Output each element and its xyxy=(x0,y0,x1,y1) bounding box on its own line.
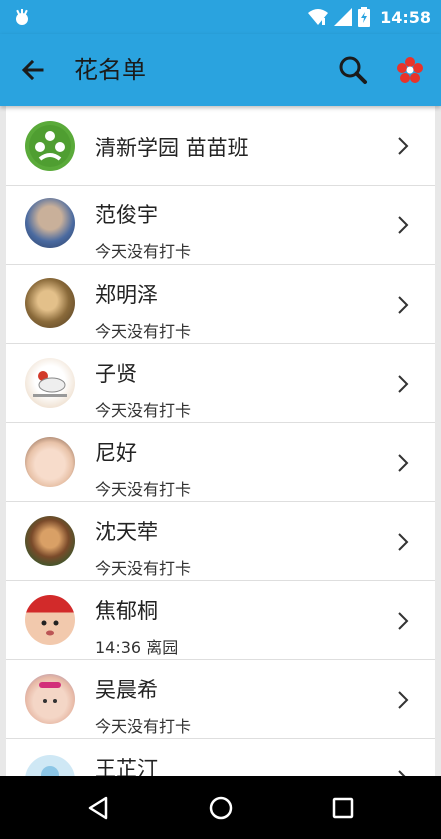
status-bar: 14:58 xyxy=(0,0,441,34)
student-status: 今天没有打卡 xyxy=(95,559,192,578)
student-status: 今天没有打卡 xyxy=(95,242,192,261)
student-name: 焦郁桐 xyxy=(95,599,158,623)
chevron-right-icon xyxy=(398,533,409,551)
student-status: 14:36 离园 xyxy=(95,638,179,657)
student-name: 郑明泽 xyxy=(95,283,158,307)
wifi-icon xyxy=(308,9,329,25)
list-item-student[interactable]: 沈天荦 今天没有打卡 xyxy=(6,502,435,581)
search-icon[interactable] xyxy=(337,54,369,86)
signal-icon xyxy=(334,8,353,26)
chevron-right-icon xyxy=(398,137,409,155)
chevron-right-icon xyxy=(398,454,409,472)
page-title: 花名单 xyxy=(74,56,146,84)
chevron-right-icon xyxy=(398,770,406,776)
chevron-right-icon xyxy=(398,612,409,630)
list-item-student[interactable]: 范俊宇 今天没有打卡 xyxy=(6,186,435,265)
battery-icon xyxy=(358,7,371,27)
chevron-right-icon xyxy=(398,691,409,709)
nav-recents-icon[interactable] xyxy=(329,794,357,822)
list-item-student[interactable]: 吴晨希 今天没有打卡 xyxy=(6,660,435,739)
student-name: 吴晨希 xyxy=(95,678,158,702)
student-status: 今天没有打卡 xyxy=(95,480,192,499)
student-avatar xyxy=(25,755,75,776)
list-item-student[interactable]: 郑明泽 今天没有打卡 xyxy=(6,265,435,344)
student-name: 范俊宇 xyxy=(95,203,158,227)
chevron-right-icon xyxy=(398,375,409,393)
class-avatar xyxy=(25,121,75,171)
status-time: 14:58 xyxy=(380,7,431,27)
student-name: 王芷汀 xyxy=(95,757,158,776)
chevron-right-icon xyxy=(398,296,409,314)
student-status: 今天没有打卡 xyxy=(95,717,192,736)
list-item-student[interactable]: 尼好 今天没有打卡 xyxy=(6,423,435,502)
student-name: 尼好 xyxy=(95,441,137,465)
app-bar: 花名单 xyxy=(0,34,441,106)
list-item-class[interactable]: 清新学园 苗苗班 xyxy=(6,106,435,186)
student-avatar xyxy=(25,674,75,724)
student-avatar xyxy=(25,198,75,248)
nav-home-icon[interactable] xyxy=(207,794,235,822)
student-avatar xyxy=(25,516,75,566)
nav-back-icon[interactable] xyxy=(84,794,112,822)
class-name: 清新学园 苗苗班 xyxy=(95,136,249,160)
student-status: 今天没有打卡 xyxy=(95,322,192,341)
list-item-student[interactable]: 王芷汀 xyxy=(6,739,435,776)
student-avatar xyxy=(25,595,75,645)
student-avatar xyxy=(25,358,75,408)
list-item-student[interactable]: 焦郁桐 14:36 离园 xyxy=(6,581,435,660)
student-avatar xyxy=(25,437,75,487)
flower-icon[interactable] xyxy=(395,55,425,85)
system-nav-bar xyxy=(0,776,441,839)
back-arrow-icon[interactable] xyxy=(18,55,48,85)
android-debug-icon xyxy=(16,9,28,25)
student-status: 今天没有打卡 xyxy=(95,401,192,420)
chevron-right-icon xyxy=(398,216,409,234)
list-item-student[interactable]: 子贤 今天没有打卡 xyxy=(6,344,435,423)
student-name: 子贤 xyxy=(95,362,137,386)
student-list: 清新学园 苗苗班 范俊宇 今天没有打卡 郑明泽 今天没有打卡 子贤 今天没有打卡… xyxy=(6,106,435,776)
student-avatar xyxy=(25,278,75,328)
student-name: 沈天荦 xyxy=(95,520,158,544)
